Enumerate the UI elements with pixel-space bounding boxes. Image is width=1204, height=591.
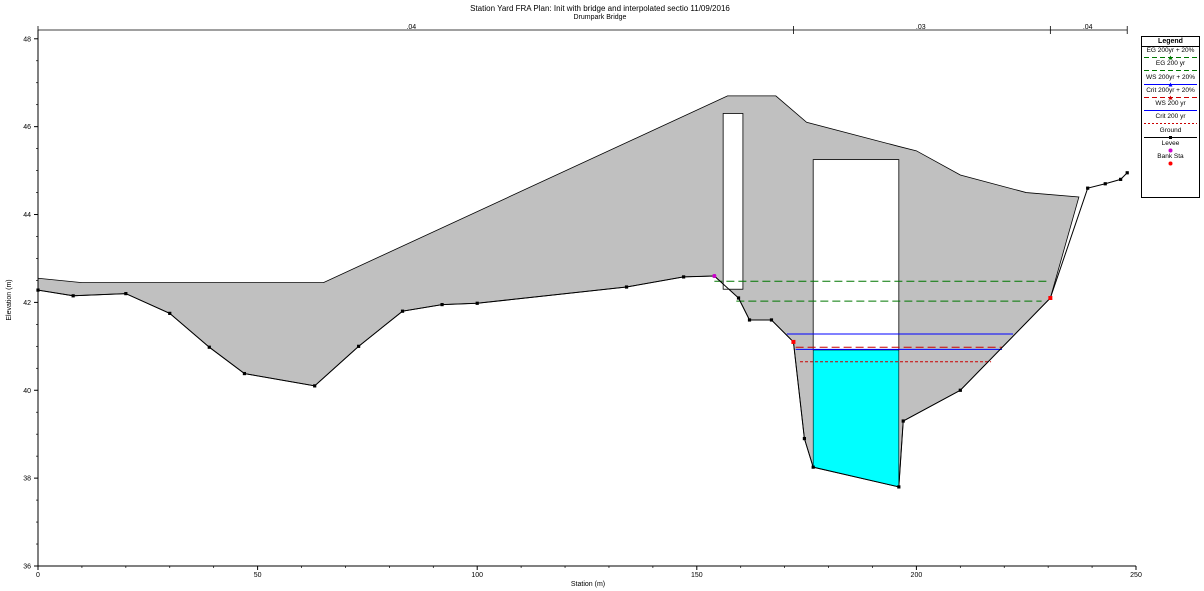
- plot-area: 36 38 40 42 44 46 48 0 50 100 150 200 250 .04 .03 .04: [23, 24, 1142, 579]
- legend-label: WS 200yr + 20%: [1146, 73, 1195, 81]
- legend-marker: [1168, 161, 1173, 166]
- ground-point-8: [400, 309, 405, 313]
- legend-label: Bank Sta: [1157, 153, 1184, 161]
- ground-point-9: [440, 302, 444, 307]
- legend-label: WS 200 yr: [1155, 100, 1186, 108]
- x-tick-label-2: 100: [471, 572, 483, 579]
- legend-swatch: [1168, 148, 1173, 153]
- y-tick-label-4: 44: [23, 212, 31, 219]
- legend-label: Crit 200 yr: [1155, 113, 1186, 121]
- legend-label: EG 200 yr: [1155, 60, 1186, 68]
- legend-item-2: WS 200yr + 20%: [1142, 74, 1199, 87]
- legend-item-8: Bank Sta: [1142, 153, 1199, 166]
- ground-point-22: [958, 388, 962, 392]
- legend: Legend EG 200yr + 20% EG 200 yr WS 200yr +…: [1141, 36, 1200, 198]
- ground-point-26: [1119, 177, 1123, 181]
- ground-point-25: [1103, 182, 1107, 186]
- manning-label-0: .04: [406, 24, 416, 31]
- cross-section-chart: Station Yard FRA Plan: Init with bridge …: [6, 4, 1142, 588]
- legend-swatch: [1144, 82, 1197, 87]
- bridge-opening-left: [722, 113, 744, 290]
- ground-point-19: [811, 465, 815, 469]
- legend-item-4: WS 200 yr: [1142, 100, 1199, 113]
- legend-marker: [1168, 148, 1173, 153]
- legend-swatch: [1144, 135, 1197, 139]
- y-tick-label-6: 48: [23, 36, 31, 43]
- legend-label: Levee: [1161, 140, 1180, 148]
- levee-point-0: [712, 274, 717, 279]
- legend-swatch: [1144, 123, 1197, 125]
- legend-item-7: Levee: [1142, 140, 1199, 153]
- x-tick-label-3: 150: [691, 572, 703, 579]
- legend-swatch: [1144, 70, 1197, 72]
- x-tick-label-0: 0: [36, 572, 40, 579]
- ground-point-18: [802, 436, 807, 441]
- y-tick-label-0: 36: [23, 564, 31, 571]
- bank-station-1: [1048, 296, 1053, 300]
- ground-point-11: [624, 285, 629, 289]
- chart-title: Station Yard FRA Plan: Init with bridge …: [470, 4, 730, 13]
- ground-point-20: [897, 485, 901, 489]
- ground-point-12: [682, 275, 686, 279]
- legend-marker: [1169, 135, 1172, 139]
- ground-point-16: [769, 318, 774, 322]
- deck-region: [37, 95, 1080, 488]
- legend-item-6: Ground: [1142, 127, 1199, 140]
- ground-point-21: [901, 419, 905, 423]
- ground-point-2: [124, 292, 128, 296]
- legend-item-5: Crit 200 yr: [1142, 113, 1199, 126]
- legend-swatch: [1144, 55, 1197, 60]
- ground-point-27: [1125, 171, 1129, 175]
- y-axis-label: Elevation (m): [6, 279, 13, 320]
- legend-swatch: [1144, 95, 1197, 100]
- legend-item-1: EG 200 yr: [1142, 60, 1199, 73]
- bank-station-0: [791, 339, 796, 344]
- ground-point-1: [71, 294, 75, 298]
- manning-label-2: .04: [1083, 24, 1093, 31]
- manning-label-1: .03: [916, 24, 926, 31]
- y-tick-label-2: 40: [23, 388, 31, 395]
- ground-point-15: [747, 318, 752, 322]
- legend-title: Legend: [1142, 37, 1199, 47]
- y-tick-label-1: 38: [23, 476, 31, 483]
- legend-label: EG 200yr + 20%: [1146, 47, 1195, 54]
- chart-subtitle: Drumpark Bridge: [574, 14, 627, 21]
- legend-swatch: [1144, 110, 1197, 112]
- x-tick-label-5: 250: [1130, 572, 1142, 579]
- ground-point-14: [736, 296, 741, 300]
- legend-item-0: EG 200yr + 20%: [1142, 47, 1199, 60]
- legend-item-3: Crit 200yr + 20%: [1142, 87, 1199, 100]
- y-tick-label-3: 42: [23, 300, 31, 307]
- legend-label: Crit 200yr + 20%: [1146, 86, 1195, 94]
- ground-point-24: [1086, 186, 1090, 190]
- y-tick-label-5: 46: [23, 124, 31, 131]
- legend-label: Ground: [1159, 126, 1182, 134]
- x-axis-label: Station (m): [571, 581, 605, 588]
- ground-point-6: [313, 384, 317, 388]
- x-tick-label-4: 200: [911, 572, 923, 579]
- bridge-opening-right: [812, 159, 900, 351]
- ground-point-5: [242, 371, 247, 376]
- water-fill: [812, 349, 900, 488]
- x-tick-label-1: 50: [254, 572, 262, 579]
- ground-point-10: [475, 301, 479, 305]
- legend-items: EG 200yr + 20% EG 200 yr WS 200yr + 20% Cri…: [1142, 47, 1199, 167]
- ground-point-3: [168, 311, 172, 315]
- ground-point-4: [207, 345, 211, 349]
- ground-point-7: [357, 344, 361, 348]
- legend-swatch: [1168, 161, 1173, 166]
